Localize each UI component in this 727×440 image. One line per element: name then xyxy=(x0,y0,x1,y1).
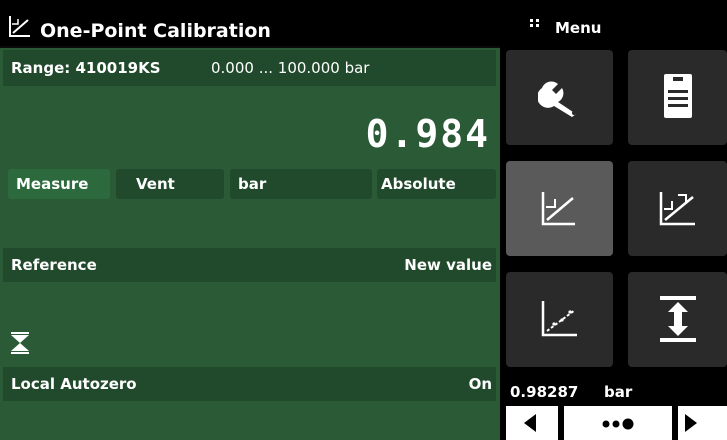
autozero-label: Local Autozero xyxy=(11,375,137,393)
arrow-right-icon xyxy=(685,414,697,432)
navigation-bar xyxy=(506,406,727,440)
pressure-type-selector[interactable]: Absolute xyxy=(377,169,496,199)
span-adjust-icon xyxy=(660,296,696,342)
span-adjust-tile[interactable] xyxy=(628,272,727,367)
autozero-value: On xyxy=(468,375,492,393)
menu-label[interactable]: Menu xyxy=(555,18,601,38)
page-indicator[interactable] xyxy=(564,406,672,440)
page-dots-icon xyxy=(602,418,634,430)
linearization-tile[interactable] xyxy=(506,272,613,367)
one-point-calibration-icon xyxy=(9,16,30,37)
range-label: Range: 410019KS xyxy=(11,59,161,77)
current-reading-unit: bar xyxy=(604,383,633,401)
wrench-icon xyxy=(538,81,576,117)
range-row: Range: 410019KS 0.000 ... 100.000 bar xyxy=(3,50,496,86)
title-bar: One-Point Calibration xyxy=(0,0,500,46)
previous-button[interactable] xyxy=(506,406,558,440)
one-point-calibration-icon xyxy=(541,192,575,226)
reference-row[interactable]: Reference New value xyxy=(3,248,496,282)
range-span: 0.000 ... 100.000 bar xyxy=(211,59,370,77)
pressure-reading: 0.984 xyxy=(365,112,490,156)
unit-selector[interactable]: bar xyxy=(230,169,372,199)
settings-tile[interactable] xyxy=(506,50,613,145)
two-point-calibration-tile[interactable] xyxy=(628,161,727,256)
main-panel: Range: 410019KS 0.000 ... 100.000 bar 0.… xyxy=(0,48,500,440)
menu-grip-icon[interactable] xyxy=(530,19,540,31)
autozero-row[interactable]: Local Autozero On xyxy=(3,367,496,401)
page-title: One-Point Calibration xyxy=(40,20,271,42)
one-point-calibration-tile[interactable] xyxy=(506,161,613,256)
two-point-calibration-icon xyxy=(659,192,695,226)
linearization-icon xyxy=(541,301,577,337)
calibration-panel: One-Point Calibration Range: 410019KS 0.… xyxy=(0,0,500,440)
arrow-left-icon xyxy=(524,414,536,432)
autozero-icon xyxy=(11,332,29,354)
current-reading: 0.98287 xyxy=(510,383,579,401)
reference-value: New value xyxy=(404,256,492,274)
next-button[interactable] xyxy=(678,406,727,440)
measure-button[interactable]: Measure xyxy=(8,169,110,199)
reference-label: Reference xyxy=(11,256,97,274)
info-tile[interactable] xyxy=(628,50,727,145)
vent-button[interactable]: Vent xyxy=(116,169,224,199)
document-icon xyxy=(664,74,692,118)
